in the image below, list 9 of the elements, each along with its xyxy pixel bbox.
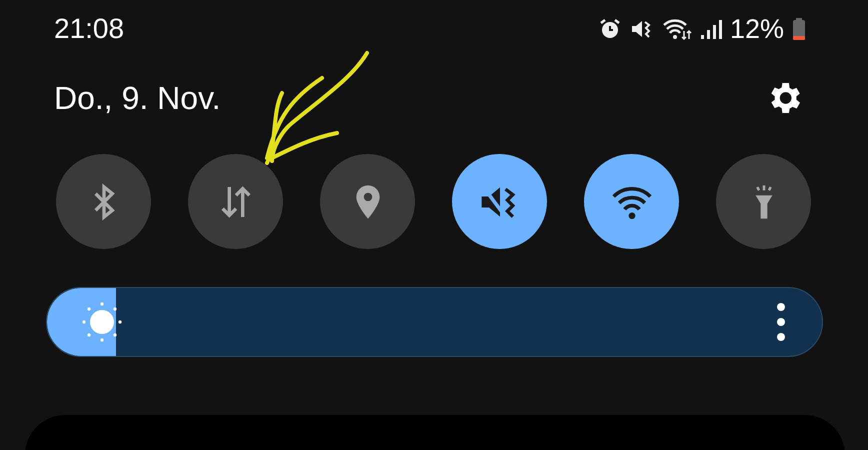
sun-icon (81, 301, 123, 343)
alarm-icon (598, 17, 622, 41)
wifi-icon (662, 17, 692, 41)
date-label: Do., 9. Nov. (54, 80, 221, 116)
signal-icon (700, 17, 722, 41)
battery-icon (792, 17, 806, 41)
battery-percent: 12% (730, 14, 784, 44)
more-options-icon[interactable] (776, 302, 786, 342)
status-time: 21:08 (54, 13, 124, 45)
